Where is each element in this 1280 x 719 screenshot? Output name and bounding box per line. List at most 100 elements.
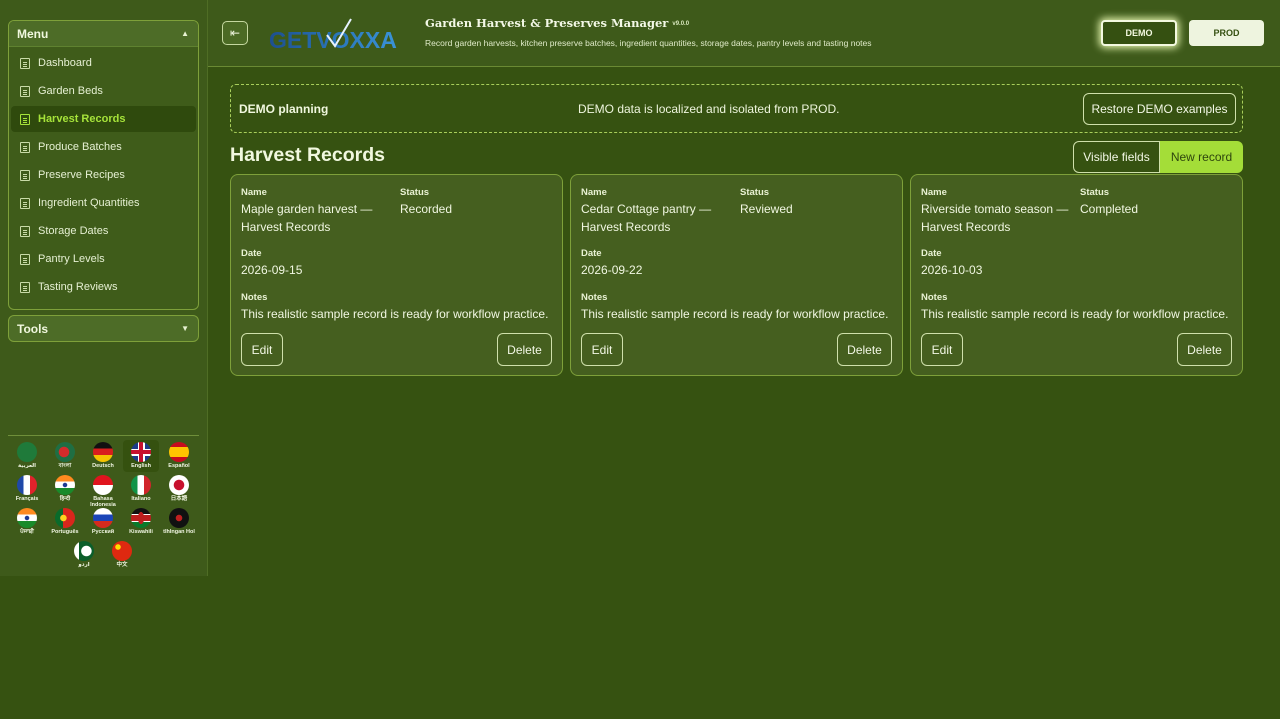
record-name: Maple garden harvest — xyxy=(241,202,373,216)
document-icon xyxy=(20,281,30,293)
new-record-button[interactable]: New record xyxy=(1160,141,1243,173)
date-label: Date xyxy=(581,248,602,259)
sidebar: Menu ▲ Dashboard Garden Beds Harvest Rec… xyxy=(0,0,208,576)
language-option-hi[interactable]: हिन्दी xyxy=(47,473,83,505)
france-flag-icon xyxy=(17,475,37,495)
sidebar-item-label: Harvest Records xyxy=(38,113,126,125)
edit-button[interactable]: Edit xyxy=(581,333,623,366)
language-option-id[interactable]: Bahasa Indonesia xyxy=(85,473,121,508)
status-label: Status xyxy=(400,187,430,198)
language-option-es[interactable]: Español xyxy=(161,440,197,472)
page-title: Harvest Records xyxy=(230,144,385,166)
language-option-fr[interactable]: Français xyxy=(9,473,45,505)
language-label: Italiano xyxy=(131,496,151,502)
language-option-ar[interactable]: العربية xyxy=(9,440,45,472)
collapse-sidebar-button[interactable]: ⇤ xyxy=(222,21,248,45)
language-label: ਪੰਜਾਬੀ xyxy=(20,529,34,535)
sidebar-item-label: Garden Beds xyxy=(38,85,103,97)
banner-title: DEMO planning xyxy=(239,102,329,116)
sidebar-item-dashboard[interactable]: Dashboard xyxy=(11,50,196,76)
language-label: اردو xyxy=(78,562,90,568)
delete-button[interactable]: Delete xyxy=(497,333,552,366)
language-label: Kiswahili xyxy=(129,529,153,535)
klingon-flag-icon xyxy=(169,508,189,528)
language-option-ja[interactable]: 日本語 xyxy=(161,473,197,505)
collapse-sidebar-icon: ⇤ xyxy=(229,26,241,40)
app-subtitle: Record garden harvests, kitchen preserve… xyxy=(425,38,872,48)
russia-flag-icon xyxy=(93,508,113,528)
language-label: Español xyxy=(168,463,190,469)
sidebar-item-ingredient-quantities[interactable]: Ingredient Quantities xyxy=(11,190,196,216)
language-option-ru[interactable]: Русский xyxy=(85,506,121,538)
language-option-pa[interactable]: ਪੰਜਾਬੀ xyxy=(9,506,45,538)
svg-text:GETVOXXA: GETVOXXA xyxy=(269,27,397,53)
language-option-bn[interactable]: বাংলা xyxy=(47,440,83,472)
app-title: Garden Harvest & Preserves Manager v9.0.0 xyxy=(425,16,689,30)
env-demo-button[interactable]: DEMO xyxy=(1101,20,1177,46)
language-option-tlh[interactable]: tlhIngan Hol xyxy=(161,506,197,538)
language-option-it[interactable]: Italiano xyxy=(123,473,159,505)
sidebar-item-tasting-reviews[interactable]: Tasting Reviews xyxy=(11,274,196,300)
record-status: Completed xyxy=(1080,202,1139,216)
kenya-flag-icon xyxy=(131,508,151,528)
getvoxxa-logo: GETVOXXA xyxy=(269,18,397,53)
language-option-ur[interactable]: اردو xyxy=(66,539,102,571)
pakistan-flag-icon xyxy=(74,541,94,561)
caret-down-icon: ▼ xyxy=(181,324,189,333)
sidebar-item-produce-batches[interactable]: Produce Batches xyxy=(11,134,196,160)
name-label: Name xyxy=(581,187,607,198)
language-label: 中文 xyxy=(116,562,128,568)
bangladesh-flag-icon xyxy=(55,442,75,462)
status-label: Status xyxy=(1080,187,1110,198)
sidebar-item-preserve-recipes[interactable]: Preserve Recipes xyxy=(11,162,196,188)
language-label: Deutsch xyxy=(92,463,114,469)
edit-button[interactable]: Edit xyxy=(921,333,963,366)
sidebar-item-label: Ingredient Quantities xyxy=(38,197,140,209)
language-option-sw[interactable]: Kiswahili xyxy=(123,506,159,538)
sidebar-item-harvest-records[interactable]: Harvest Records xyxy=(11,106,196,132)
spain-flag-icon xyxy=(169,442,189,462)
menu-list: Dashboard Garden Beds Harvest Records Pr… xyxy=(9,47,198,300)
language-option-en[interactable]: English xyxy=(123,440,159,472)
tools-title: Tools xyxy=(17,321,49,336)
saudi-arabia-flag-icon xyxy=(17,442,37,462)
document-icon xyxy=(20,57,30,69)
record-card: Name Status Riverside tomato season — Ha… xyxy=(910,174,1243,376)
china-flag-icon xyxy=(112,541,132,561)
sidebar-item-label: Produce Batches xyxy=(38,141,122,153)
env-prod-button[interactable]: PROD xyxy=(1189,20,1264,46)
record-name-line2: Harvest Records xyxy=(581,220,671,234)
language-option-pt[interactable]: Português xyxy=(47,506,83,538)
language-option-zh[interactable]: 中文 xyxy=(104,539,140,571)
language-label: বাংলা xyxy=(58,463,72,469)
caret-up-icon: ▲ xyxy=(181,29,189,38)
record-date: 2026-10-03 xyxy=(921,263,983,277)
sidebar-item-label: Dashboard xyxy=(38,57,92,69)
delete-button[interactable]: Delete xyxy=(1177,333,1232,366)
edit-button[interactable]: Edit xyxy=(241,333,283,366)
tools-panel-header[interactable]: Tools ▼ xyxy=(8,315,199,342)
document-icon xyxy=(20,85,30,97)
language-option-de[interactable]: Deutsch xyxy=(85,440,121,472)
italy-flag-icon xyxy=(131,475,151,495)
record-card: Name Status Maple garden harvest — Harve… xyxy=(230,174,563,376)
record-status: Reviewed xyxy=(740,202,793,216)
app-version: v9.0.0 xyxy=(672,21,690,27)
notes-label: Notes xyxy=(921,292,948,303)
language-label: 日本語 xyxy=(170,496,188,502)
menu-header[interactable]: Menu ▲ xyxy=(9,21,198,47)
restore-demo-button[interactable]: Restore DEMO examples xyxy=(1083,93,1236,125)
delete-button[interactable]: Delete xyxy=(837,333,892,366)
language-label: tlhIngan Hol xyxy=(163,529,195,535)
sidebar-item-pantry-levels[interactable]: Pantry Levels xyxy=(11,246,196,272)
status-label: Status xyxy=(740,187,770,198)
notes-label: Notes xyxy=(581,292,608,303)
sidebar-item-storage-dates[interactable]: Storage Dates xyxy=(11,218,196,244)
sidebar-item-garden-beds[interactable]: Garden Beds xyxy=(11,78,196,104)
record-date: 2026-09-22 xyxy=(581,263,643,277)
sidebar-item-label: Preserve Recipes xyxy=(38,169,125,181)
portugal-flag-icon xyxy=(55,508,75,528)
environment-banner: DEMO planning DEMO data is localized and… xyxy=(230,84,1243,133)
visible-fields-button[interactable]: Visible fields xyxy=(1073,141,1160,173)
name-label: Name xyxy=(921,187,947,198)
